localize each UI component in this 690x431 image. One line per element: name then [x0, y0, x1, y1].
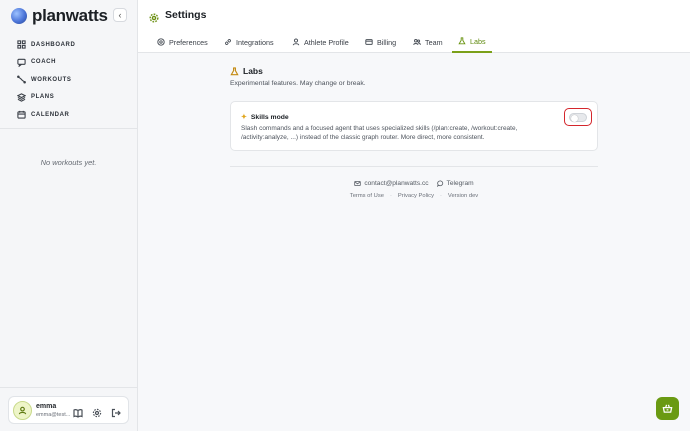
sidebar-item-coach[interactable]: COACH	[0, 54, 137, 72]
team-icon	[413, 39, 421, 45]
toggle-knob	[571, 114, 578, 122]
sidebar-item-label: CALENDAR	[31, 111, 70, 118]
telegram-link[interactable]: Telegram	[436, 180, 474, 187]
sidebar: planwatts ‹ DASHBOARD COACH WORKOUTS PLA…	[0, 0, 138, 431]
user-divider	[0, 387, 137, 388]
sidebar-item-label: COACH	[31, 59, 56, 66]
gear-icon	[149, 10, 159, 23]
chat-icon	[17, 58, 26, 67]
version-text: Version dev	[447, 193, 479, 199]
settings-button[interactable]	[92, 405, 102, 418]
settings-tabs: Preferences Integrations Athlete Profile…	[138, 31, 690, 53]
chevron-left-icon: ‹	[118, 10, 122, 20]
separator-dot: ·	[439, 193, 442, 199]
contact-email-link[interactable]: contact@planwatts.cc	[354, 180, 429, 187]
sidebar-item-plans[interactable]: PLANS	[0, 89, 137, 107]
tab-athlete-profile[interactable]: Athlete Profile	[292, 31, 349, 53]
logout-button[interactable]	[111, 405, 121, 418]
tab-label: Labs	[470, 36, 486, 46]
tab-label: Integrations	[236, 37, 274, 47]
assistant-fab-button[interactable]	[656, 397, 679, 420]
sidebar-nav: DASHBOARD COACH WORKOUTS PLANS CALENDAR	[0, 36, 137, 124]
layers-icon	[17, 93, 26, 102]
sparkle-icon: ✦	[241, 114, 247, 121]
brand[interactable]: planwatts	[11, 6, 108, 26]
card-icon	[365, 39, 373, 45]
flask-icon	[458, 37, 466, 45]
basket-icon	[662, 404, 673, 413]
brand-name: planwatts	[32, 6, 108, 25]
sidebar-item-label: WORKOUTS	[31, 76, 72, 83]
message-icon	[436, 180, 443, 187]
gear-icon	[92, 408, 102, 418]
user-card: emma emma@test...	[8, 396, 129, 424]
sliders-icon	[157, 38, 165, 46]
tab-labs[interactable]: Labs	[452, 31, 492, 53]
person-icon	[292, 38, 300, 46]
sidebar-item-workouts[interactable]: WORKOUTS	[0, 71, 137, 89]
section-title: Labs	[243, 66, 263, 76]
tab-preferences[interactable]: Preferences	[157, 31, 208, 53]
book-icon	[73, 409, 83, 418]
sidebar-item-label: PLANS	[31, 94, 55, 101]
skills-mode-toggle[interactable]	[569, 113, 587, 122]
tab-label: Team	[425, 37, 443, 47]
activity-icon	[17, 75, 26, 84]
footer-divider	[230, 166, 598, 167]
feature-title-text: Skills mode	[250, 113, 289, 121]
page-header: Settings	[138, 0, 690, 31]
workouts-empty-text: No workouts yet.	[40, 158, 97, 167]
tab-integrations[interactable]: Integrations	[224, 31, 274, 53]
mail-icon	[354, 181, 361, 186]
labs-heading: Labs	[230, 66, 263, 76]
user-icon	[18, 406, 27, 415]
docs-button[interactable]	[73, 405, 83, 418]
logo-icon	[11, 8, 27, 24]
tab-label: Athlete Profile	[304, 37, 349, 47]
sidebar-item-label: DASHBOARD	[31, 41, 76, 48]
feature-title: ✦ Skills mode	[241, 113, 289, 122]
grid-icon	[17, 40, 26, 49]
flask-icon	[230, 66, 239, 75]
page-title: Settings	[165, 9, 207, 21]
calendar-icon	[17, 111, 26, 119]
avatar[interactable]	[13, 401, 32, 420]
tab-team[interactable]: Team	[413, 31, 443, 53]
separator-dot: ·	[389, 193, 392, 199]
terms-link[interactable]: Terms of Use	[350, 193, 384, 199]
privacy-link[interactable]: Privacy Policy	[398, 193, 434, 199]
user-name: emma	[36, 403, 57, 410]
contact-email-text: contact@planwatts.cc	[364, 180, 429, 187]
sidebar-item-dashboard[interactable]: DASHBOARD	[0, 36, 137, 54]
section-subtitle: Experimental features. May change or bre…	[230, 80, 366, 87]
telegram-text: Telegram	[446, 180, 474, 187]
collapse-sidebar-button[interactable]: ‹	[113, 8, 127, 22]
link-icon	[225, 39, 231, 45]
footer-meta: Terms of Use · Privacy Policy · Version …	[230, 193, 598, 199]
logout-icon	[111, 408, 121, 418]
tab-label: Billing	[377, 37, 397, 47]
sidebar-item-calendar[interactable]: CALENDAR	[0, 106, 137, 124]
footer-contact: contact@planwatts.cc Telegram	[230, 180, 598, 187]
toggle-highlight	[564, 108, 592, 126]
feature-description: Slash commands and a focused agent that …	[241, 125, 518, 142]
tab-billing[interactable]: Billing	[365, 31, 396, 53]
tab-label: Preferences	[169, 37, 208, 47]
skills-mode-card: ✦ Skills mode Slash commands and a focus…	[230, 101, 598, 151]
sidebar-divider	[0, 128, 137, 129]
user-email: emma@test...	[36, 412, 71, 418]
